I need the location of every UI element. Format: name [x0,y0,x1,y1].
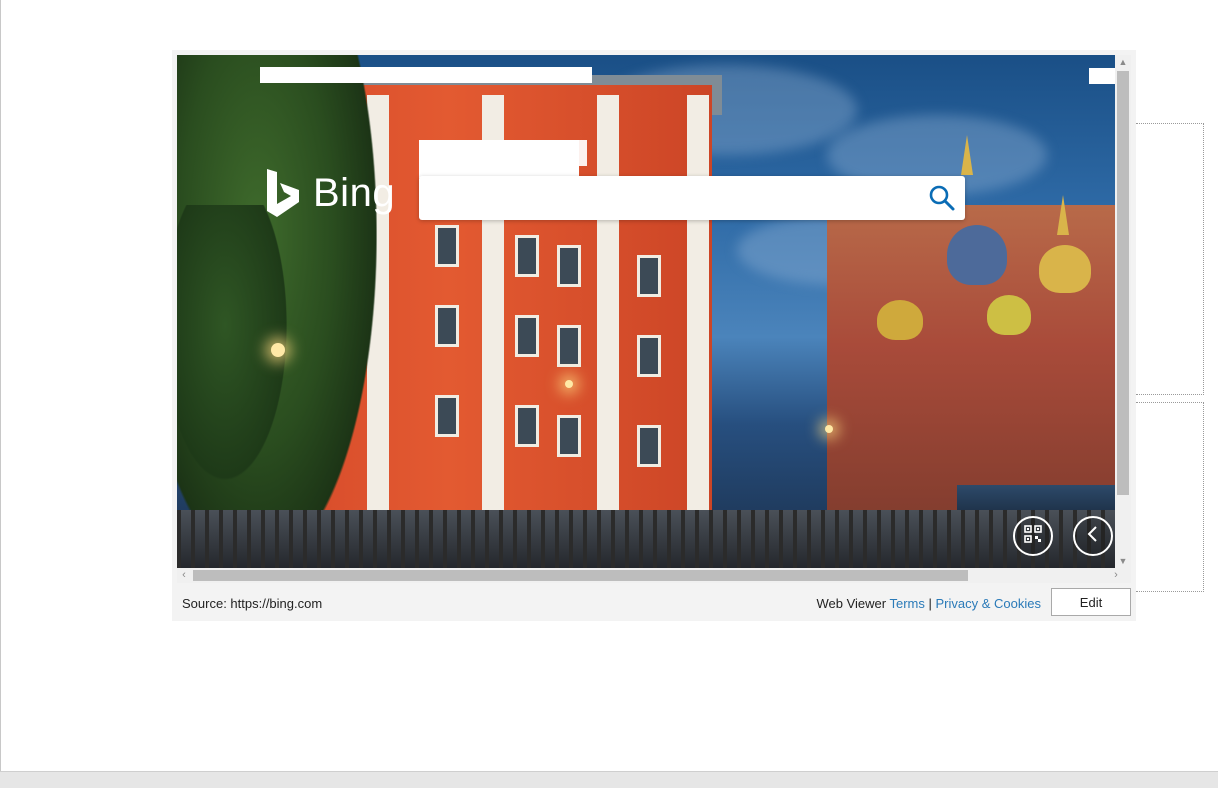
gold-dome [877,300,923,340]
redacted-nav-bar [260,67,592,83]
bing-logo[interactable]: Bing [265,168,395,218]
previous-image-button[interactable] [1073,516,1113,556]
window [637,425,661,467]
building-pillar [687,95,709,555]
window [515,235,539,277]
vertical-scroll-thumb[interactable] [1117,71,1129,495]
qr-code-icon [1024,524,1042,548]
window-left-border [0,0,1,771]
blue-dome [947,225,1007,285]
street-lamp [565,380,573,388]
spire [961,135,973,175]
terms-link[interactable]: Terms [889,596,924,611]
source-label: Source: https://bing.com [182,596,323,611]
placeholder-box-lower [1136,402,1204,592]
search-input[interactable] [419,176,919,220]
window [435,225,459,267]
window [557,325,581,367]
horizontal-scrollbar[interactable]: ‹ › [177,568,1131,583]
canal-fence [177,510,1115,568]
window [557,415,581,457]
qr-code-button[interactable] [1013,516,1053,556]
building-pillar [597,95,619,555]
bing-logo-text: Bing [313,170,396,215]
window [435,395,459,437]
search-box [419,176,965,220]
redacted-tab [497,140,587,166]
link-separator: | [928,596,932,611]
street-lamp [271,343,285,357]
street-lamp [825,425,833,433]
window [557,245,581,287]
gold-dome [1039,245,1091,293]
chevron-left-icon [1086,525,1100,548]
horizontal-scroll-thumb[interactable] [193,570,968,581]
window [515,405,539,447]
scroll-right-arrow-icon[interactable]: › [1109,568,1123,583]
window [637,255,661,297]
privacy-cookies-link[interactable]: Privacy & Cookies [936,596,1041,611]
web-viewer-links: Web Viewer Terms | Privacy & Cookies [816,596,1041,611]
web-viewer-label: Web Viewer [816,596,887,611]
green-gold-dome [987,295,1031,335]
spire [1057,195,1069,235]
status-bar [0,771,1218,788]
window [435,305,459,347]
bing-background-image: Bing [177,55,1115,568]
scroll-up-arrow-icon[interactable]: ▲ [1115,55,1131,69]
edit-button[interactable]: Edit [1051,588,1131,616]
scroll-left-arrow-icon[interactable]: ‹ [177,568,191,583]
vertical-scrollbar[interactable]: ▲ ▼ [1115,55,1131,568]
search-icon[interactable] [927,183,957,213]
web-viewer-viewport: Bing [177,55,1115,568]
redacted-account [1089,68,1115,84]
bing-b-icon [265,168,301,218]
scroll-down-arrow-icon[interactable]: ▼ [1115,554,1131,568]
window [637,335,661,377]
web-viewer-frame: Bing ▲ ▼ ‹ › Source: https://bing.com We… [172,50,1136,621]
window [515,315,539,357]
web-viewer-footer: Source: https://bing.com Web Viewer Term… [172,586,1136,621]
placeholder-box-upper [1136,123,1204,395]
